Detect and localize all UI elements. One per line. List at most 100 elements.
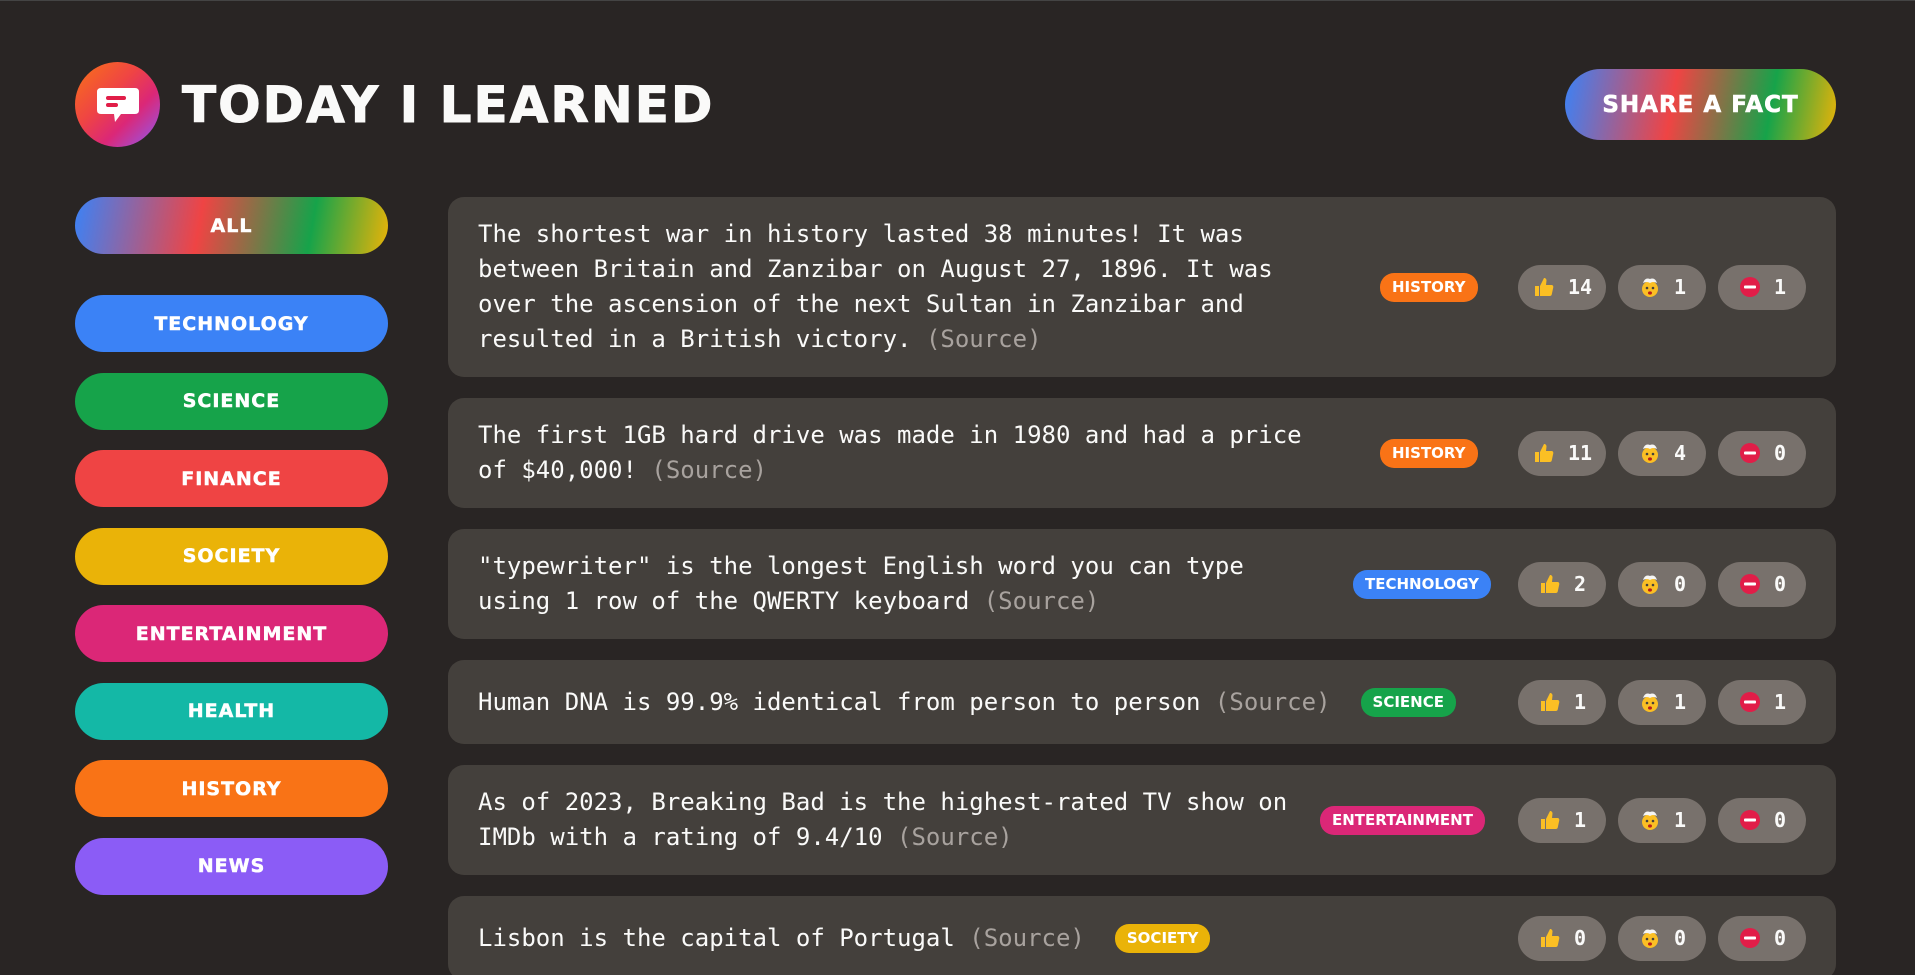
category-button-finance[interactable]: finance [75, 450, 388, 507]
vote-interesting-button[interactable]: 2 [1518, 561, 1606, 607]
mind-blown-icon [1638, 808, 1662, 832]
vote-count: 2 [1573, 572, 1587, 596]
mind-blown-icon [1638, 572, 1662, 596]
vote-count: 14 [1567, 275, 1593, 299]
vote-false-button[interactable]: 0 [1718, 797, 1806, 843]
fact-text: Human DNA is 99.9% identical from person… [478, 685, 1331, 720]
vote-mindblowing-button[interactable]: 1 [1618, 797, 1706, 843]
vote-false-button[interactable]: 1 [1718, 264, 1806, 310]
fact-text-content: Human DNA is 99.9% identical from person… [478, 687, 1201, 716]
fact-text-content: Lisbon is the capital of Portugal [478, 923, 955, 952]
vote-interesting-button[interactable]: 11 [1518, 430, 1606, 476]
no-entry-icon [1738, 275, 1762, 299]
category-button-technology[interactable]: technology [75, 295, 388, 352]
vote-count: 0 [1673, 572, 1687, 596]
fact-source-link[interactable]: (Source) [926, 325, 1042, 353]
fact-source-link[interactable]: (Source) [897, 823, 1013, 851]
thumbs-up-icon [1538, 808, 1562, 832]
fact-category-tag: history [1380, 438, 1478, 468]
fact-category-tag: society [1114, 923, 1211, 953]
fact-text: "typewriter" is the longest English word… [478, 549, 1323, 619]
no-entry-icon [1738, 808, 1762, 832]
fact-text: The first 1GB hard drive was made in 198… [478, 418, 1338, 488]
app-header: Today I Learned [75, 62, 714, 147]
no-entry-icon [1738, 926, 1762, 950]
fact-category-tag: technology [1353, 569, 1491, 599]
app-root: Today I Learned Share a fact All technol… [0, 0, 1915, 975]
fact-item: The first 1GB hard drive was made in 198… [448, 398, 1836, 508]
category-button-history[interactable]: history [75, 760, 388, 817]
vote-mindblowing-button[interactable]: 4 [1618, 430, 1706, 476]
mind-blown-icon [1638, 441, 1662, 465]
vote-mindblowing-button[interactable]: 0 [1618, 561, 1706, 607]
fact-item: As of 2023, Breaking Bad is the highest-… [448, 765, 1836, 875]
mind-blown-icon [1638, 690, 1662, 714]
fact-text-content: The shortest war in history lasted 38 mi… [478, 220, 1273, 353]
fact-text-content: As of 2023, Breaking Bad is the highest-… [478, 788, 1288, 851]
mind-blown-icon [1638, 926, 1662, 950]
facts-list: The shortest war in history lasted 38 mi… [448, 197, 1836, 975]
vote-count: 0 [1773, 926, 1787, 950]
mind-blown-icon [1638, 275, 1662, 299]
category-sidebar: All technology science finance society e… [75, 197, 388, 915]
fact-text: As of 2023, Breaking Bad is the highest-… [478, 785, 1308, 855]
fact-source-link[interactable]: (Source) [984, 587, 1100, 615]
no-entry-icon [1738, 690, 1762, 714]
fact-source-link[interactable]: (Source) [651, 456, 767, 484]
fact-item: Human DNA is 99.9% identical from person… [448, 660, 1836, 744]
fact-text: Lisbon is the capital of Portugal (Sourc… [478, 921, 1085, 956]
fact-category-tag: history [1380, 272, 1478, 302]
vote-count: 1 [1773, 690, 1787, 714]
vote-count: 0 [1773, 572, 1787, 596]
vote-false-button[interactable]: 0 [1718, 915, 1806, 961]
thumbs-up-icon [1538, 690, 1562, 714]
thumbs-up-icon [1532, 441, 1556, 465]
fact-item: "typewriter" is the longest English word… [448, 529, 1836, 639]
vote-count: 0 [1673, 926, 1687, 950]
vote-buttons: 2 0 0 [1506, 561, 1806, 607]
category-button-all[interactable]: All [75, 197, 388, 254]
vote-interesting-button[interactable]: 1 [1518, 679, 1606, 725]
vote-count: 0 [1773, 808, 1787, 832]
category-button-entertainment[interactable]: entertainment [75, 605, 388, 662]
fact-item: The shortest war in history lasted 38 mi… [448, 197, 1836, 377]
fact-category-tag: science [1360, 687, 1456, 717]
fact-category-tag: entertainment [1320, 805, 1485, 835]
fact-source-link[interactable]: (Source) [1215, 688, 1331, 716]
fact-text-content: The first 1GB hard drive was made in 198… [478, 421, 1302, 484]
vote-interesting-button[interactable]: 14 [1518, 264, 1606, 310]
vote-count: 0 [1573, 926, 1587, 950]
share-fact-button[interactable]: Share a fact [1565, 69, 1836, 140]
vote-false-button[interactable]: 0 [1718, 430, 1806, 476]
vote-mindblowing-button[interactable]: 1 [1618, 679, 1706, 725]
vote-count: 11 [1567, 441, 1593, 465]
vote-buttons: 14 1 1 [1506, 264, 1806, 310]
no-entry-icon [1738, 572, 1762, 596]
app-title: Today I Learned [181, 75, 715, 134]
vote-mindblowing-button[interactable]: 1 [1618, 264, 1706, 310]
vote-count: 1 [1673, 690, 1687, 714]
fact-text: The shortest war in history lasted 38 mi… [478, 217, 1338, 357]
vote-buttons: 0 0 0 [1506, 915, 1806, 961]
vote-buttons: 11 4 0 [1506, 430, 1806, 476]
category-button-news[interactable]: news [75, 837, 388, 895]
vote-mindblowing-button[interactable]: 0 [1618, 915, 1706, 961]
vote-buttons: 1 1 0 [1506, 797, 1806, 843]
vote-false-button[interactable]: 0 [1718, 561, 1806, 607]
vote-count: 1 [1673, 275, 1687, 299]
vote-interesting-button[interactable]: 0 [1518, 915, 1606, 961]
category-button-health[interactable]: health [75, 682, 388, 740]
vote-count: 1 [1573, 690, 1587, 714]
vote-count: 1 [1673, 808, 1687, 832]
fact-source-link[interactable]: (Source) [969, 924, 1085, 952]
thumbs-up-icon [1538, 572, 1562, 596]
category-button-science[interactable]: science [75, 372, 388, 430]
fact-item: Lisbon is the capital of Portugal (Sourc… [448, 896, 1836, 975]
fact-text-content: "typewriter" is the longest English word… [478, 552, 1244, 615]
vote-false-button[interactable]: 1 [1718, 679, 1806, 725]
thumbs-up-icon [1532, 275, 1556, 299]
vote-interesting-button[interactable]: 1 [1518, 797, 1606, 843]
category-button-society[interactable]: society [75, 527, 388, 585]
vote-count: 1 [1573, 808, 1587, 832]
vote-count: 0 [1773, 441, 1787, 465]
